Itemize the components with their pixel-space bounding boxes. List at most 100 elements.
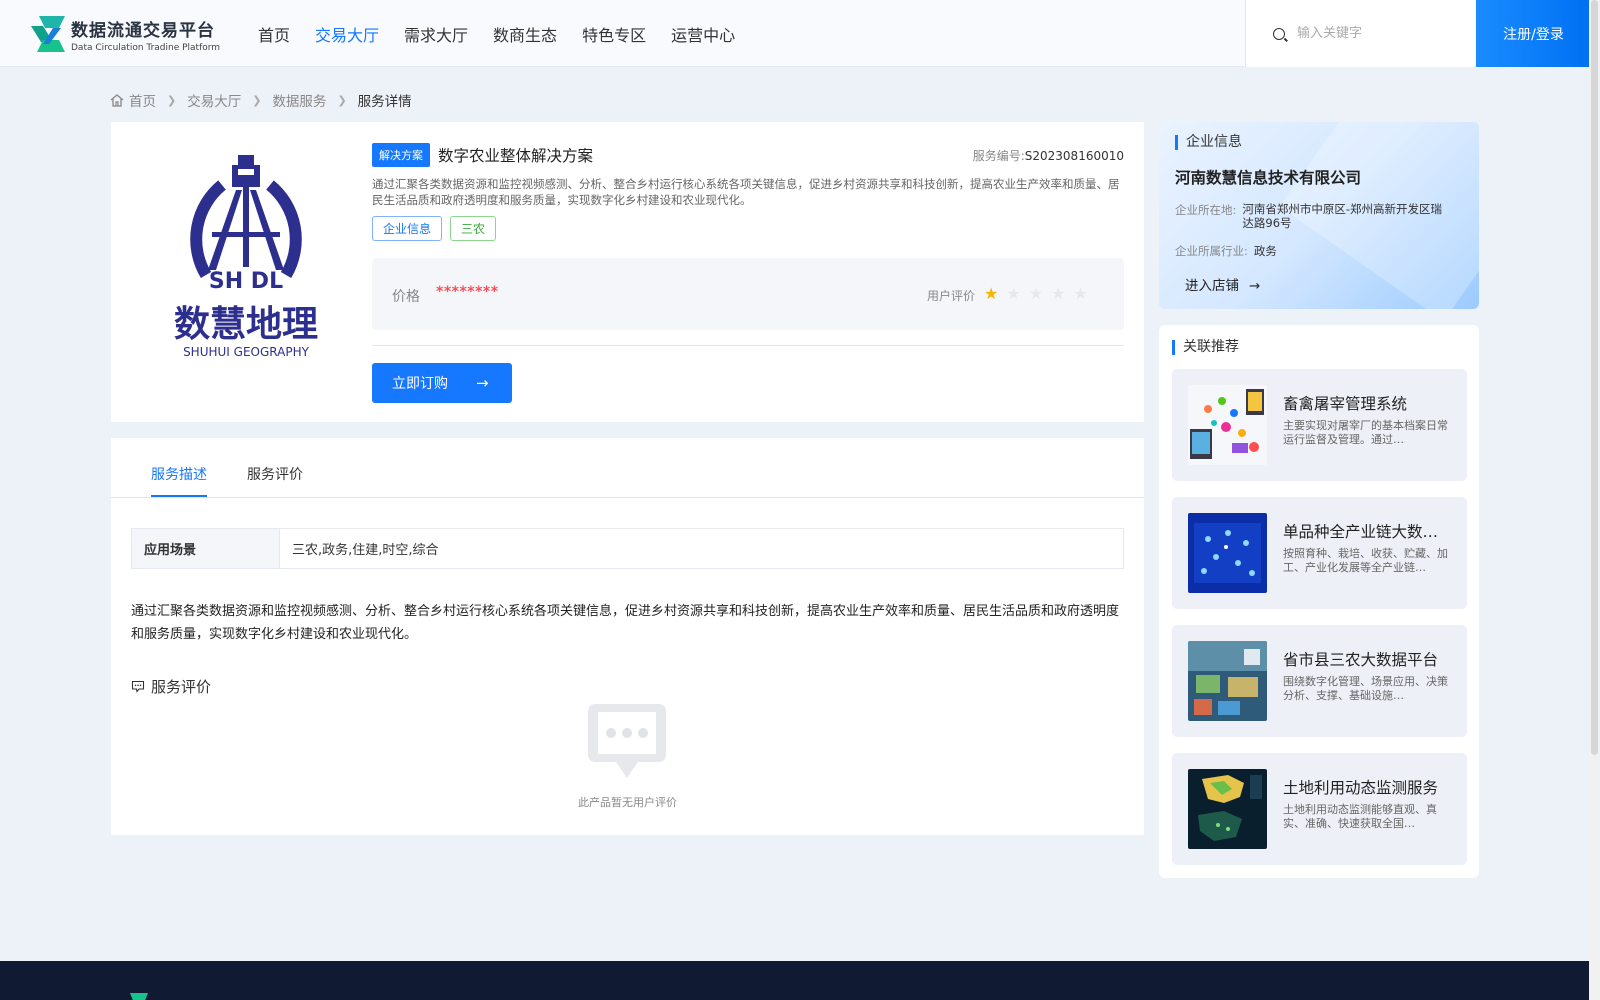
- enterprise-industry-row: 企业所属行业: 政务: [1175, 243, 1277, 259]
- page-scrollbar[interactable]: [1589, 0, 1600, 1000]
- recommendation-thumbnail: [1188, 385, 1267, 465]
- page-footer: [0, 961, 1589, 1000]
- home-icon: [110, 93, 124, 107]
- scene-table: 应用场景 三农,政务,住建,时空,综合: [131, 528, 1124, 569]
- product-header: 解决方案 数字农业整体解决方案 服务编号:S202308160010: [372, 142, 1124, 168]
- scene-value: 三农,政务,住建,时空,综合: [292, 543, 439, 558]
- enterprise-name: 河南数慧信息技术有限公司: [1175, 169, 1362, 187]
- breadcrumb: 首页 ❯ 交易大厅 ❯ 数据服务 ❯ 服务详情: [110, 90, 412, 110]
- arrow-right-icon: →: [1249, 278, 1261, 294]
- enterprise-location-row: 企业所在地: 河南省郑州市中原区-郑州高新开发区瑞达路96号: [1175, 202, 1452, 230]
- recommendation-thumbnail: [1188, 513, 1267, 593]
- star-icon[interactable]: ★: [1051, 284, 1065, 303]
- rating-stars: ★ ★ ★ ★ ★: [984, 284, 1096, 303]
- main-nav: 首页 交易大厅 需求大厅 数商生态 特色专区 运营中心: [258, 22, 760, 46]
- star-icon[interactable]: ★: [1006, 284, 1020, 303]
- chevron-right-icon: ❯: [337, 93, 347, 107]
- nav-home[interactable]: 首页: [258, 22, 290, 46]
- search-input[interactable]: [1297, 26, 1457, 41]
- tab-service-review[interactable]: 服务评价: [247, 464, 303, 484]
- product-card: SH DL 数慧地理 SHUHUI GEOGRAPHY 解决方案 数字农业整体解…: [111, 122, 1144, 422]
- recommendation-desc: 围绕数字化管理、场景应用、决策分析、支撑、基础设施…: [1283, 675, 1448, 702]
- platform-logo-icon: [31, 16, 65, 52]
- nav-trading-hall[interactable]: 交易大厅: [315, 22, 379, 46]
- recommendation-name: 畜禽屠宰管理系统: [1283, 395, 1408, 413]
- nav-operations[interactable]: 运营中心: [671, 22, 735, 46]
- tab-service-description[interactable]: 服务描述: [151, 464, 207, 497]
- tag-enterprise-info[interactable]: 企业信息: [372, 216, 443, 241]
- breadcrumb-data-service[interactable]: 数据服务: [272, 90, 326, 110]
- product-title: 数字农业整体解决方案: [438, 147, 594, 165]
- breadcrumb-current: 服务详情: [357, 94, 412, 110]
- enterprise-industry-label: 企业所属行业:: [1175, 244, 1248, 258]
- recommendation-item[interactable]: 土地利用动态监测服务 土地利用动态监测能够直观、真实、准确、快速获取全国…: [1172, 753, 1467, 865]
- chevron-right-icon: ❯: [167, 93, 177, 107]
- scrollbar-thumb[interactable]: [1591, 0, 1598, 755]
- breadcrumb-trading-hall[interactable]: 交易大厅: [187, 90, 241, 110]
- empty-comment-icon: [588, 704, 666, 778]
- enter-shop-link[interactable]: 进入店铺 →: [1185, 274, 1260, 294]
- tag-agriculture[interactable]: 三农: [450, 216, 497, 241]
- star-icon[interactable]: ★: [1029, 284, 1043, 303]
- star-icon[interactable]: ★: [984, 284, 998, 303]
- recommendation-item[interactable]: 畜禽屠宰管理系统 主要实现对屠宰厂的基本档案日常运行监督及管理。通过…: [1172, 369, 1467, 481]
- recommendation-desc: 按照育种、栽培、收获、贮藏、加工、产业化发展等全产业链…: [1283, 547, 1448, 574]
- price-label: 价格: [392, 289, 420, 305]
- recommendation-item[interactable]: 省市县三农大数据平台 围绕数字化管理、场景应用、决策分析、支撑、基础设施…: [1172, 625, 1467, 737]
- product-logo-cn: 数慧地理: [174, 304, 318, 345]
- recommendation-desc: 土地利用动态监测能够直观、真实、准确、快速获取全国…: [1283, 803, 1437, 830]
- empty-review-text: 此产品暂无用户评价: [578, 796, 677, 809]
- search-icon[interactable]: [1273, 27, 1285, 40]
- recommendations-title: 关联推荐: [1172, 340, 1239, 355]
- enterprise-section-title: 企业信息: [1175, 135, 1242, 150]
- order-now-label: 立即订购: [392, 376, 448, 392]
- breadcrumb-home[interactable]: 首页: [129, 90, 156, 110]
- nav-ecosystem[interactable]: 数商生态: [493, 22, 557, 46]
- user-rating-label: 用户评价: [927, 289, 976, 303]
- footer-logo-icon: [130, 993, 148, 1000]
- detail-card: 服务描述 服务评价 应用场景 三农,政务,住建,时空,综合 通过汇聚各类数据资源…: [111, 438, 1144, 835]
- recommendations-card: 关联推荐 畜禽屠宰管理系统 主要实现对屠宰厂的基本档案日常运行监督及管理。通过……: [1159, 325, 1479, 878]
- product-logo-mark: SH DL: [209, 269, 283, 294]
- detail-description: 通过汇聚各类数据资源和监控视频感测、分析、整合乡村运行核心系统各项关键信息，促进…: [131, 604, 1120, 642]
- enterprise-location: 河南省郑州市中原区-郑州高新开发区瑞达路96号: [1242, 202, 1443, 230]
- search-box: [1245, 0, 1477, 67]
- star-icon[interactable]: ★: [1073, 284, 1087, 303]
- recommendation-desc: 主要实现对屠宰厂的基本档案日常运行监督及管理。通过…: [1283, 419, 1448, 446]
- top-header: 数据流通交易平台 Data Circulation Tradine Platfo…: [0, 0, 1591, 67]
- recommendation-name: 单品种全产业链大数…: [1283, 523, 1439, 541]
- service-code-value: S202308160010: [1024, 148, 1124, 163]
- logo-title: 数据流通交易平台: [71, 20, 215, 41]
- price-panel: 价格 ******** 用户评价 ★ ★ ★ ★ ★: [372, 258, 1124, 330]
- nav-demand-hall[interactable]: 需求大厅: [404, 22, 468, 46]
- product-tags: 企业信息 三农: [372, 216, 504, 241]
- recommendation-name: 土地利用动态监测服务: [1283, 779, 1439, 797]
- review-section-title: 服务评价: [131, 676, 211, 697]
- chevron-right-icon: ❯: [252, 93, 262, 107]
- service-code: 服务编号:S202308160010: [973, 147, 1124, 164]
- nav-special-zone[interactable]: 特色专区: [582, 22, 646, 46]
- login-register-button[interactable]: 注册/登录: [1476, 0, 1591, 67]
- platform-logo[interactable]: 数据流通交易平台 Data Circulation Tradine Platfo…: [29, 14, 220, 54]
- product-type-tag: 解决方案: [372, 143, 430, 167]
- recommendation-name: 省市县三农大数据平台: [1283, 651, 1439, 669]
- logo-subtitle: Data Circulation Tradine Platform: [71, 42, 221, 53]
- scene-label: 应用场景: [132, 529, 280, 568]
- divider: [372, 345, 1124, 346]
- enterprise-card: 企业信息 河南数慧信息技术有限公司 企业所在地: 河南省郑州市中原区-郑州高新开…: [1159, 122, 1479, 309]
- product-description: 通过汇聚各类数据资源和监控视频感测、分析、整合乡村运行核心系统各项关键信息，促进…: [372, 177, 1120, 207]
- price-value: ********: [436, 284, 499, 300]
- order-now-button[interactable]: 立即订购 →: [372, 363, 512, 403]
- detail-tabs: 服务描述 服务评价: [111, 438, 1144, 498]
- arrow-right-icon: →: [476, 374, 489, 392]
- product-logo-image: SH DL 数慧地理 SHUHUI GEOGRAPHY: [174, 155, 318, 359]
- chat-icon: [131, 680, 145, 693]
- recommendation-thumbnail: [1188, 641, 1267, 721]
- service-code-label: 服务编号:: [972, 148, 1025, 163]
- recommendation-item[interactable]: 单品种全产业链大数… 按照育种、栽培、收获、贮藏、加工、产业化发展等全产业链…: [1172, 497, 1467, 609]
- enterprise-location-label: 企业所在地:: [1175, 203, 1237, 217]
- enterprise-industry: 政务: [1253, 244, 1277, 258]
- product-logo-en: SHUHUI GEOGRAPHY: [183, 345, 310, 359]
- enter-shop-label: 进入店铺: [1185, 278, 1239, 294]
- recommendation-thumbnail: [1188, 769, 1267, 849]
